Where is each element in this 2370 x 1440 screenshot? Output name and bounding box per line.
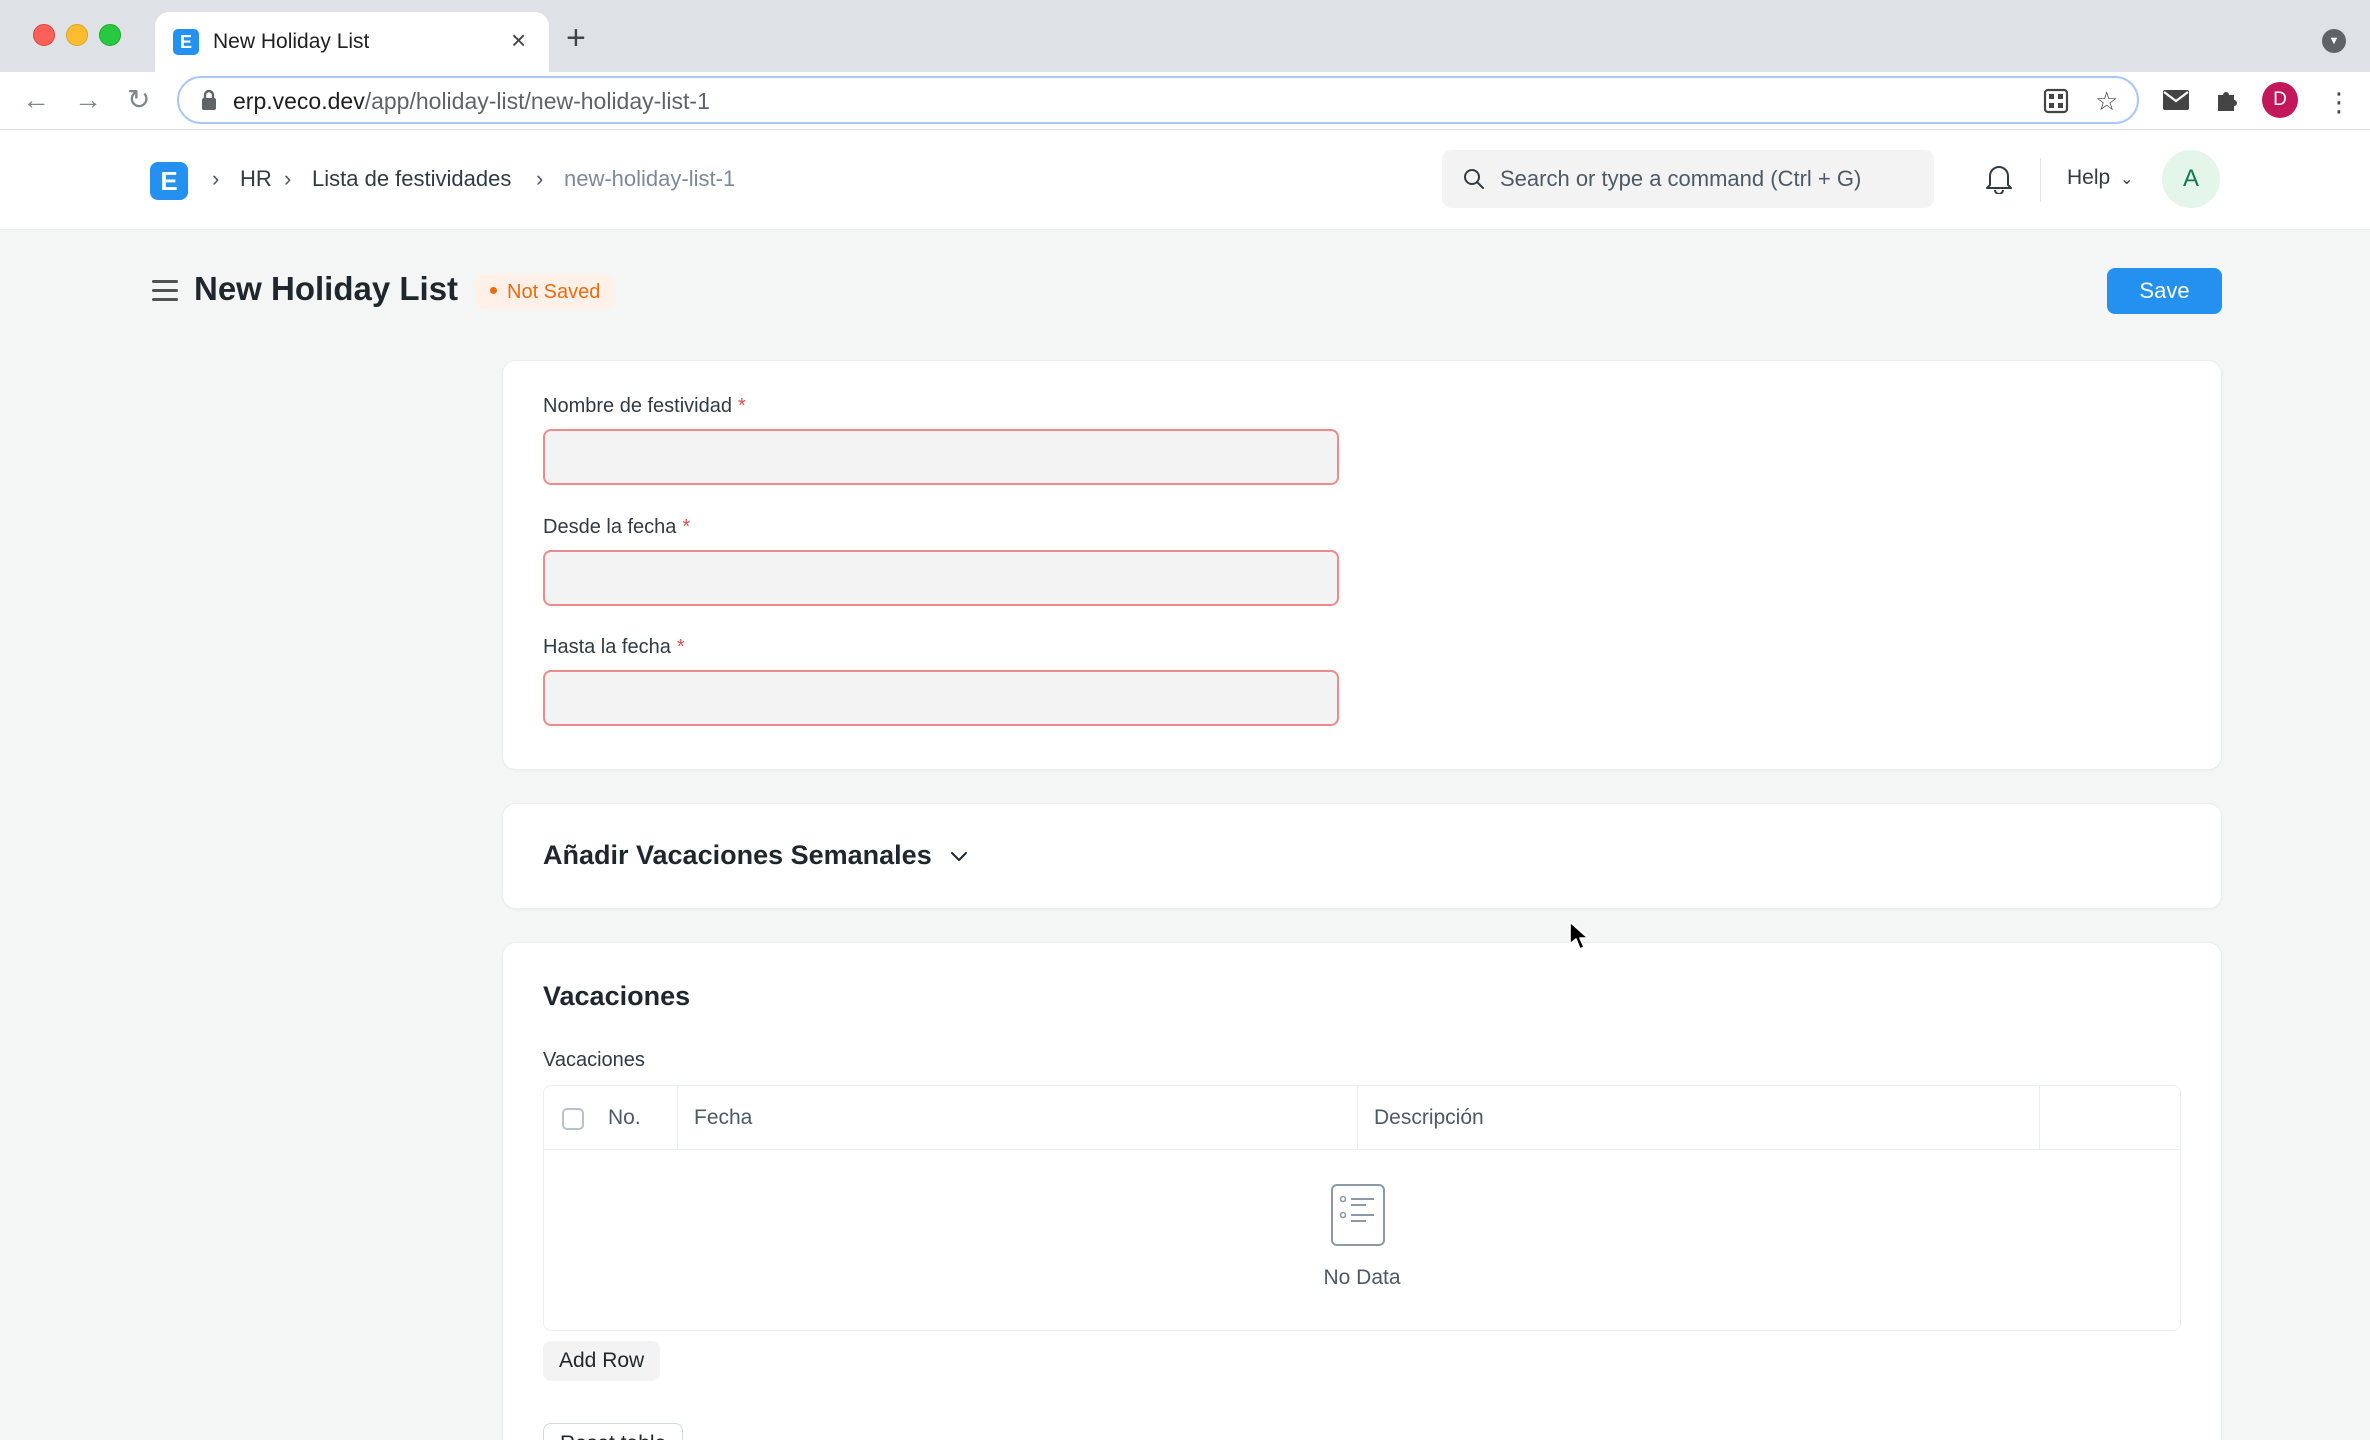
header-date-label: Fecha	[694, 1106, 753, 1129]
weekly-holidays-section[interactable]: Añadir Vacaciones Semanales	[502, 803, 2222, 909]
reload-icon[interactable]: ↻	[127, 84, 150, 116]
table-header: No. Fecha Descripción	[544, 1086, 2180, 1150]
help-dropdown[interactable]: Help ⌄	[2067, 164, 2133, 194]
url-path: /app/holiday-list/new-holiday-list-1	[364, 88, 710, 114]
from-date-input[interactable]	[543, 550, 1339, 606]
to-date-input[interactable]	[543, 670, 1339, 726]
breadcrumb-current: new-holiday-list-1	[564, 166, 736, 191]
window-minimize-button[interactable]	[66, 24, 88, 46]
save-button[interactable]: Save	[2107, 268, 2222, 314]
bookmark-star-icon[interactable]: ☆	[2095, 86, 2118, 117]
tab-favicon-icon: E	[173, 29, 199, 55]
select-all-checkbox[interactable]	[562, 1108, 584, 1130]
holidays-table: No. Fecha Descripción No Data	[543, 1085, 2181, 1331]
weekly-holidays-title[interactable]: Añadir Vacaciones Semanales	[543, 838, 932, 872]
chevron-down-icon[interactable]	[949, 850, 969, 864]
header-description-label: Descripción	[1374, 1106, 1484, 1129]
user-avatar[interactable]: A	[2162, 150, 2220, 208]
notification-bell-icon[interactable]	[1984, 162, 2014, 194]
browser-toolbar: ← → ↻ erp.veco.dev/app/holiday-list/new-…	[0, 72, 2370, 130]
lock-icon	[202, 89, 216, 110]
awesomebar-search[interactable]: Search or type a command (Ctrl + G)	[1442, 150, 1934, 208]
holidays-table-label: Vacaciones	[543, 1049, 645, 1071]
browser-profile-avatar[interactable]: D	[2262, 82, 2298, 118]
tab-title: New Holiday List	[213, 30, 370, 53]
field-label-to-date: Hasta la fecha *	[543, 636, 685, 658]
field-label-holiday-name: Nombre de festividad *	[543, 395, 746, 417]
no-data-text: No Data	[1323, 1266, 1401, 1289]
navbar-divider	[2040, 158, 2041, 202]
sidebar-toggle-icon[interactable]	[152, 280, 178, 307]
window-maximize-button[interactable]	[99, 24, 121, 46]
tab-search-icon[interactable]: ▼	[2322, 29, 2346, 53]
window-close-button[interactable]	[33, 24, 55, 46]
header-no-label: No.	[608, 1106, 641, 1129]
help-label: Help	[2067, 166, 2111, 189]
breadcrumb-chevron-icon: ›	[212, 166, 220, 191]
mouse-cursor-icon	[1569, 921, 1589, 950]
status-indicator: Not Saved	[476, 274, 615, 310]
holiday-name-input[interactable]	[543, 429, 1339, 485]
status-text: Not Saved	[507, 281, 601, 303]
url-host: erp.veco.dev	[233, 88, 365, 114]
qr-code-icon[interactable]	[2043, 88, 2069, 114]
extensions-puzzle-icon[interactable]	[2214, 87, 2240, 113]
mail-icon[interactable]	[2162, 89, 2190, 111]
no-data-list-icon	[1331, 1184, 1385, 1246]
search-icon	[1464, 169, 1484, 189]
browser-menu-icon[interactable]: ⋮	[2326, 87, 2352, 118]
reset-table-button[interactable]: Reset table	[543, 1423, 684, 1440]
breadcrumb-holiday-list[interactable]: Lista de festividades	[312, 164, 511, 194]
address-bar[interactable]: erp.veco.dev/app/holiday-list/new-holida…	[177, 76, 2139, 124]
new-tab-button[interactable]: +	[566, 20, 586, 56]
header-col-actions	[2040, 1086, 2180, 1150]
url-text[interactable]: erp.veco.dev/app/holiday-list/new-holida…	[233, 87, 710, 115]
form-section-main: Nombre de festividad * Desde la fecha * Ha…	[502, 360, 2222, 770]
holidays-section-title: Vacaciones	[543, 981, 691, 1011]
tab-close-icon[interactable]: ×	[511, 25, 526, 55]
breadcrumb-hr[interactable]: HR	[240, 164, 272, 194]
app-navbar: E › HR › Lista de festividades › new-hol…	[0, 130, 2370, 230]
header-col-date: Fecha	[678, 1086, 1358, 1150]
page-title: New Holiday List	[194, 270, 459, 307]
browser-tab-active[interactable]: E New Holiday List ×	[155, 12, 549, 74]
header-col-no: No.	[544, 1086, 678, 1150]
add-row-button[interactable]: Add Row	[543, 1341, 661, 1381]
chevron-down-icon: ⌄	[2120, 171, 2134, 188]
breadcrumb-chevron-icon: ›	[536, 166, 544, 191]
app-logo[interactable]: E	[150, 162, 188, 200]
breadcrumb-chevron-icon: ›	[284, 166, 292, 191]
browser-tab-strip: E New Holiday List × + ▼	[0, 0, 2370, 74]
field-label-from-date: Desde la fecha *	[543, 516, 691, 538]
forward-arrow-icon[interactable]: →	[74, 84, 102, 116]
holidays-section: Vacaciones Vacaciones No. Fecha Descripc…	[502, 942, 2222, 1440]
header-col-description: Descripción	[1358, 1086, 2040, 1150]
search-placeholder: Search or type a command (Ctrl + G)	[1500, 166, 1862, 191]
back-arrow-icon[interactable]: ←	[22, 84, 50, 116]
